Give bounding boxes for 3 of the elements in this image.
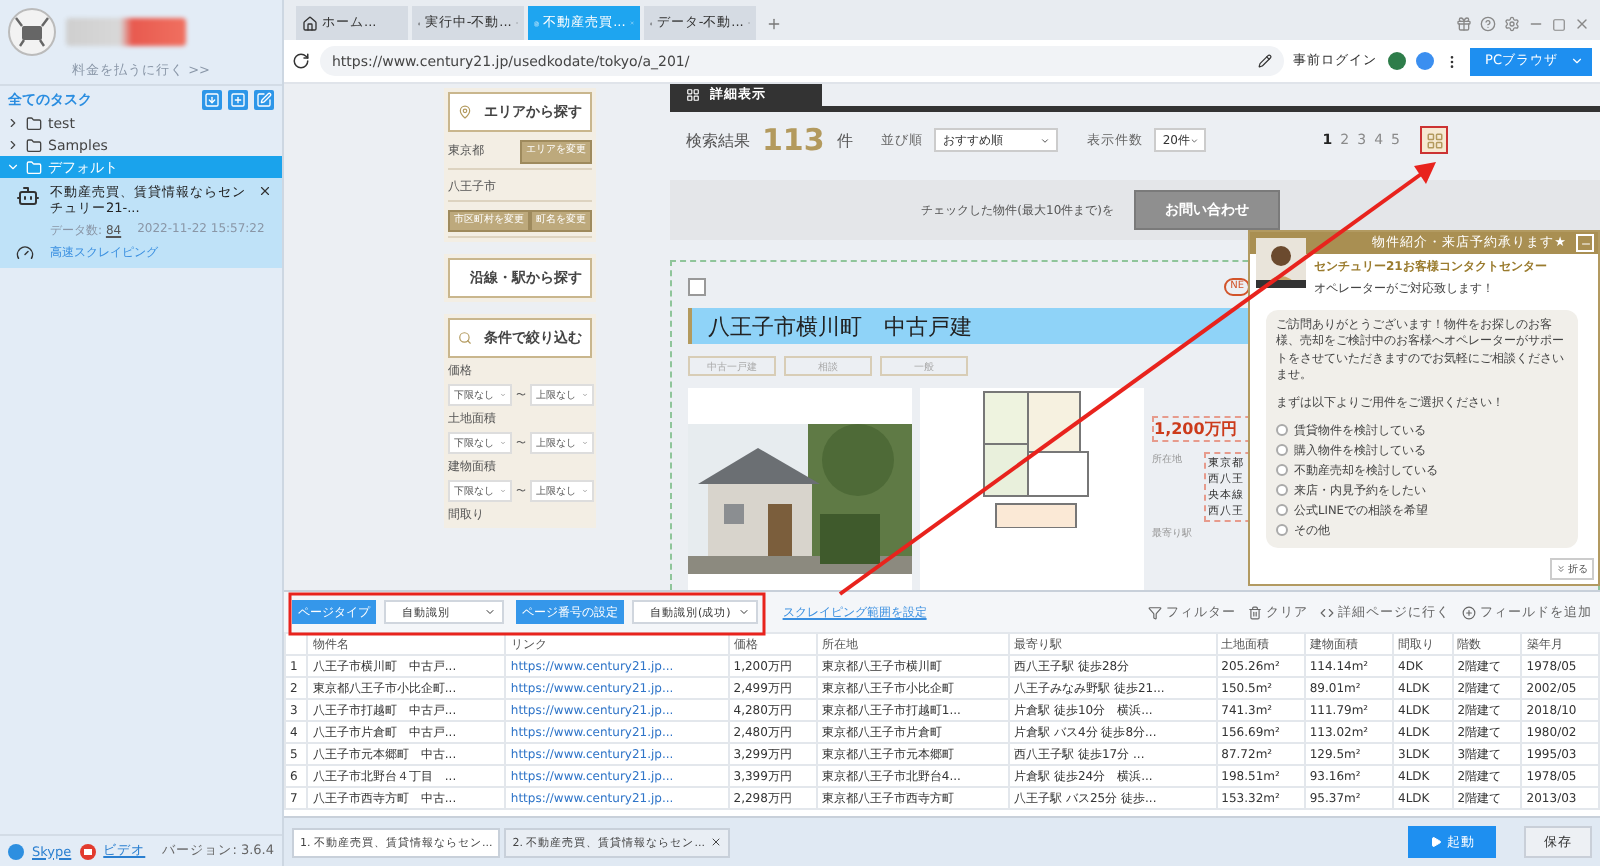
results-label: 検索結果 [686,129,750,151]
results-count: 113 [762,122,825,158]
results-unit: 件 [836,129,853,151]
